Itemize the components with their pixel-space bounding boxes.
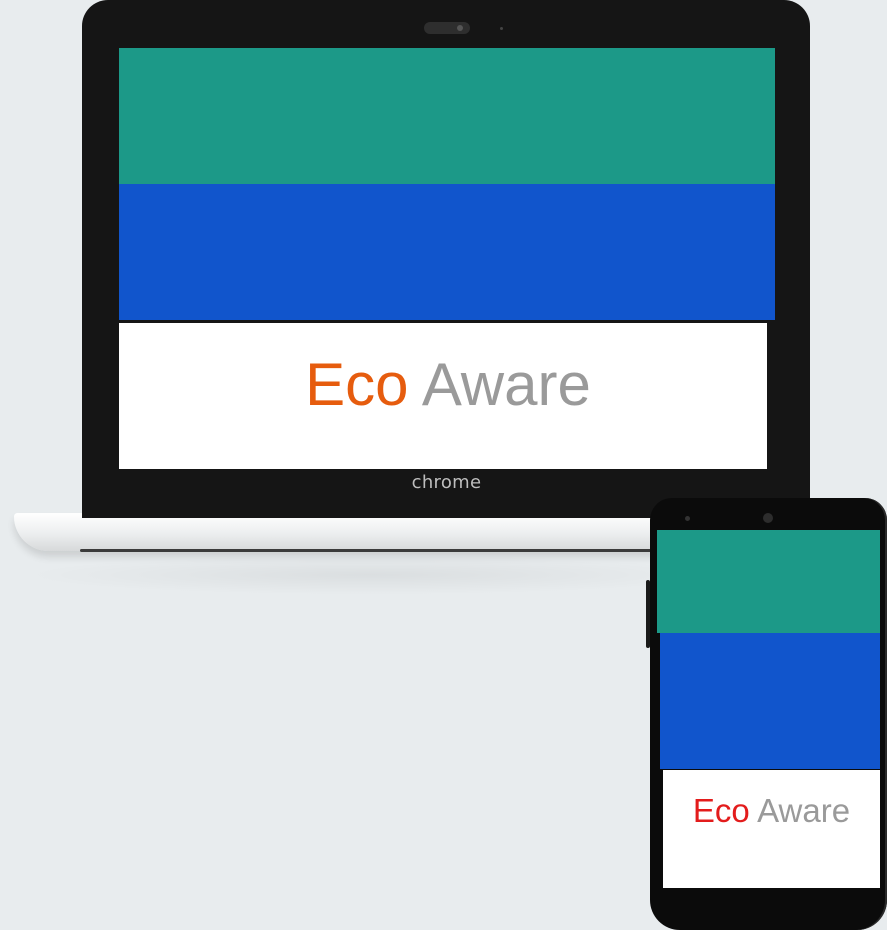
webcam-icon <box>424 22 470 34</box>
phone-camera-icon <box>763 513 773 523</box>
phone-blue-section <box>660 633 880 769</box>
laptop-screen: Eco Aware <box>119 48 775 469</box>
phone-teal-section <box>657 530 880 633</box>
phone-brand-eco-text: Eco <box>692 792 750 829</box>
teal-section <box>119 48 775 184</box>
phone-screen: Eco Aware <box>657 530 880 888</box>
laptop-shadow <box>20 555 720 595</box>
phone-brand-logo[interactable]: Eco Aware <box>693 794 850 827</box>
webcam-lens-icon <box>457 25 463 31</box>
laptop-base-edge <box>80 549 700 552</box>
brand-aware-text: Aware <box>421 351 591 418</box>
blue-section <box>119 184 775 320</box>
sensor-dot-icon <box>500 27 503 30</box>
laptop-base <box>14 513 714 551</box>
brand-logo[interactable]: Eco Aware <box>305 355 591 415</box>
brand-section: Eco Aware <box>119 323 767 469</box>
phone-brand-section: Eco Aware <box>663 770 880 888</box>
phone-speaker-icon <box>685 516 690 521</box>
phone-brand-aware-text: Aware <box>757 792 851 829</box>
chrome-logo-text: chrome <box>411 472 482 493</box>
brand-eco-text: Eco <box>305 351 409 418</box>
